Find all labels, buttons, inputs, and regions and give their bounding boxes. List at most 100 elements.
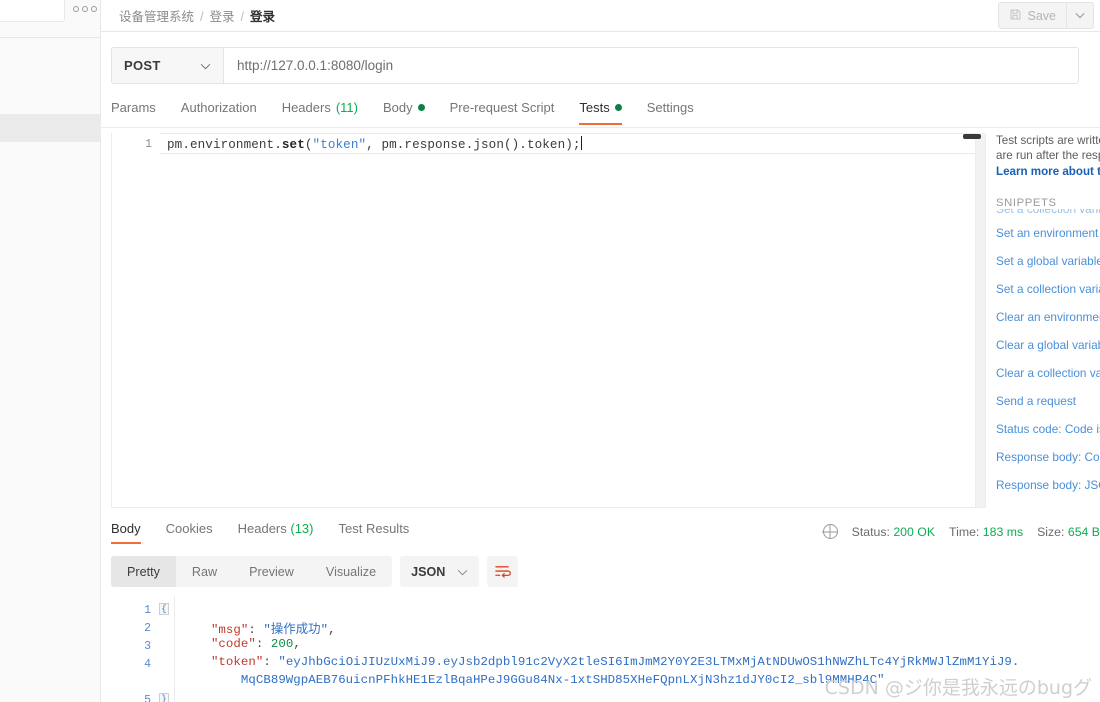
tab-authorization[interactable]: Authorization <box>181 100 257 122</box>
snippet-item-response-body-contains[interactable]: Response body: Con <box>996 443 1100 471</box>
postman-window: 设备管理系统 / 登录 / 登录 Save POST http://127.0.… <box>0 0 1100 702</box>
editor-gutter: 1 <box>112 133 160 507</box>
time-value: 183 ms <box>982 524 1024 539</box>
size-value: 654 B <box>1067 524 1100 539</box>
chevron-down-icon <box>457 565 468 579</box>
json-value-token-part2: MqCB89WgpAEB76uicnPFhkHE1EzlBqaHPeJ9GGu8… <box>181 673 885 687</box>
snippet-item-set-environment-variable[interactable]: Set an environment v <box>996 219 1100 247</box>
json-line-number: 1 <box>144 604 151 617</box>
text-cursor <box>580 136 582 150</box>
chevron-down-icon <box>200 57 211 75</box>
response-tab-test-results[interactable]: Test Results <box>339 521 410 544</box>
request-tabs: Params Authorization Headers (11) Body P… <box>111 98 1079 125</box>
view-mode-preview[interactable]: Preview <box>233 556 310 587</box>
snippets-section-title: SNIPPETS <box>996 197 1057 209</box>
tests-code-editor[interactable]: 1 pm.environment.set("token", pm.respons… <box>111 133 986 508</box>
response-body-viewer[interactable]: 1 2 3 4 5 { } "msg": "操作成功", "code": 200… <box>111 596 1100 702</box>
wrap-lines-icon[interactable] <box>487 556 519 587</box>
tab-headers[interactable]: Headers (11) <box>282 100 358 122</box>
snippet-item-response-body-json[interactable]: Response body: JSO <box>996 471 1100 499</box>
snippet-item-set-global-variable[interactable]: Set a global variable <box>996 247 1100 275</box>
chevron-down-icon[interactable] <box>1067 3 1093 28</box>
json-punct: , <box>328 623 336 637</box>
json-punct: : <box>248 623 264 637</box>
json-line: "code": 200, <box>181 637 301 651</box>
json-line: "msg": "操作成功", <box>181 619 336 637</box>
snippet-item-set-collection-variable[interactable]: Set a collection varia <box>996 275 1100 303</box>
tab-params[interactable]: Params <box>111 100 156 122</box>
json-line: "token": "eyJhbGciOiJIUzUxMiJ9.eyJsb2dpb… <box>181 655 1019 669</box>
tab-badge: (13) <box>290 521 314 536</box>
breadcrumb-item-folder[interactable]: 登录 <box>210 6 235 25</box>
status-group: Status: 200 OK <box>852 525 935 539</box>
snippet-item-clear-environment-variable[interactable]: Clear an environment <box>996 303 1100 331</box>
save-button[interactable]: Save <box>999 3 1067 28</box>
more-horizontal-icon[interactable] <box>73 6 97 12</box>
save-button-group: Save <box>997 2 1094 29</box>
code-token: ( <box>304 138 313 152</box>
tab-body[interactable]: Body <box>383 100 425 122</box>
code-token: set <box>281 138 305 152</box>
request-header: 设备管理系统 / 登录 / 登录 Save <box>101 0 1100 32</box>
tab-label: Authorization <box>180 100 257 115</box>
response-tab-body[interactable]: Body <box>111 521 141 544</box>
response-tab-headers[interactable]: Headers (13) <box>238 521 314 544</box>
globe-icon <box>822 524 838 539</box>
json-key: "msg" <box>181 623 249 637</box>
save-button-label: Save <box>1027 8 1057 23</box>
status-label: Status: <box>851 524 890 539</box>
tab-label: Headers <box>281 100 331 115</box>
json-punct: : <box>255 637 271 651</box>
code-token: , pm.response.json().token); <box>366 138 581 152</box>
response-format-label: JSON <box>411 564 446 579</box>
view-mode-raw[interactable]: Raw <box>176 556 233 587</box>
json-fold-toggle-close[interactable]: } <box>159 693 169 702</box>
json-value: "操作成功" <box>263 623 329 637</box>
size-label: Size: <box>1037 524 1065 539</box>
snippet-item-partial[interactable]: Set a collection varia <box>996 209 1100 219</box>
tab-tests[interactable]: Tests <box>579 100 623 125</box>
snippet-item-clear-global-variable[interactable]: Clear a global variabl <box>996 331 1100 359</box>
tab-label: Body <box>111 521 141 536</box>
json-value-token-part1: "eyJhbGciOiJIUzUxMiJ9.eyJsb2dpbl91c2VyX2… <box>278 655 1020 669</box>
json-line-wrapped: MqCB89WgpAEB76uicnPFhkHE1EzlBqaHPeJ9GGu8… <box>181 673 885 687</box>
response-status-row: Status: 200 OK Time: 183 ms Size: 654 B <box>822 524 1100 539</box>
breadcrumb-item-request[interactable]: 登录 <box>250 6 275 25</box>
response-tabs: Body Cookies Headers (13) Test Results <box>111 521 409 544</box>
snippets-description-line-1: Test scripts are writte <box>996 134 1100 147</box>
editor-scrollbar-track[interactable] <box>975 133 985 507</box>
tab-label: Settings <box>646 100 694 115</box>
sidebar-selected-row[interactable] <box>0 114 101 142</box>
json-key: "code" <box>181 637 256 651</box>
time-group: Time: 183 ms <box>949 525 1023 539</box>
snippet-item-status-code[interactable]: Status code: Code is <box>996 415 1100 443</box>
size-group: Size: 654 B <box>1037 525 1100 539</box>
response-tab-cookies[interactable]: Cookies <box>166 521 213 544</box>
view-mode-visualize[interactable]: Visualize <box>310 556 392 587</box>
tab-label: Test Results <box>338 521 410 536</box>
sidebar <box>0 0 101 702</box>
tab-settings[interactable]: Settings <box>647 100 694 122</box>
status-dot-icon <box>614 104 622 111</box>
url-input[interactable]: http://127.0.0.1:8080/login <box>224 48 1078 83</box>
status-value: 200 OK <box>893 524 936 539</box>
http-method-label: POST <box>124 58 161 73</box>
tab-label: Cookies <box>165 521 213 536</box>
http-method-select[interactable]: POST <box>112 48 224 83</box>
code-token: pm.environment. <box>167 138 282 152</box>
breadcrumb-item-collection[interactable]: 设备管理系统 <box>119 6 194 25</box>
snippet-item-send-a-request[interactable]: Send a request <box>996 387 1100 415</box>
json-fold-toggle-open[interactable]: { <box>159 603 169 615</box>
json-key: "token" <box>181 655 264 669</box>
tab-pre-request-script[interactable]: Pre-request Script <box>450 100 555 122</box>
view-mode-pretty[interactable]: Pretty <box>111 556 176 587</box>
editor-scrollbar-thumb[interactable] <box>963 134 981 139</box>
tab-badge: (11) <box>335 100 358 115</box>
snippet-item-clear-collection-variable[interactable]: Clear a collection var <box>996 359 1100 387</box>
tab-label: Headers <box>237 521 287 536</box>
tab-label: Params <box>111 100 156 115</box>
learn-more-link[interactable]: Learn more about te <box>996 165 1100 178</box>
json-value: 200 <box>270 637 294 651</box>
floppy-disk-icon <box>1009 8 1022 24</box>
response-format-select[interactable]: JSON <box>400 556 480 587</box>
